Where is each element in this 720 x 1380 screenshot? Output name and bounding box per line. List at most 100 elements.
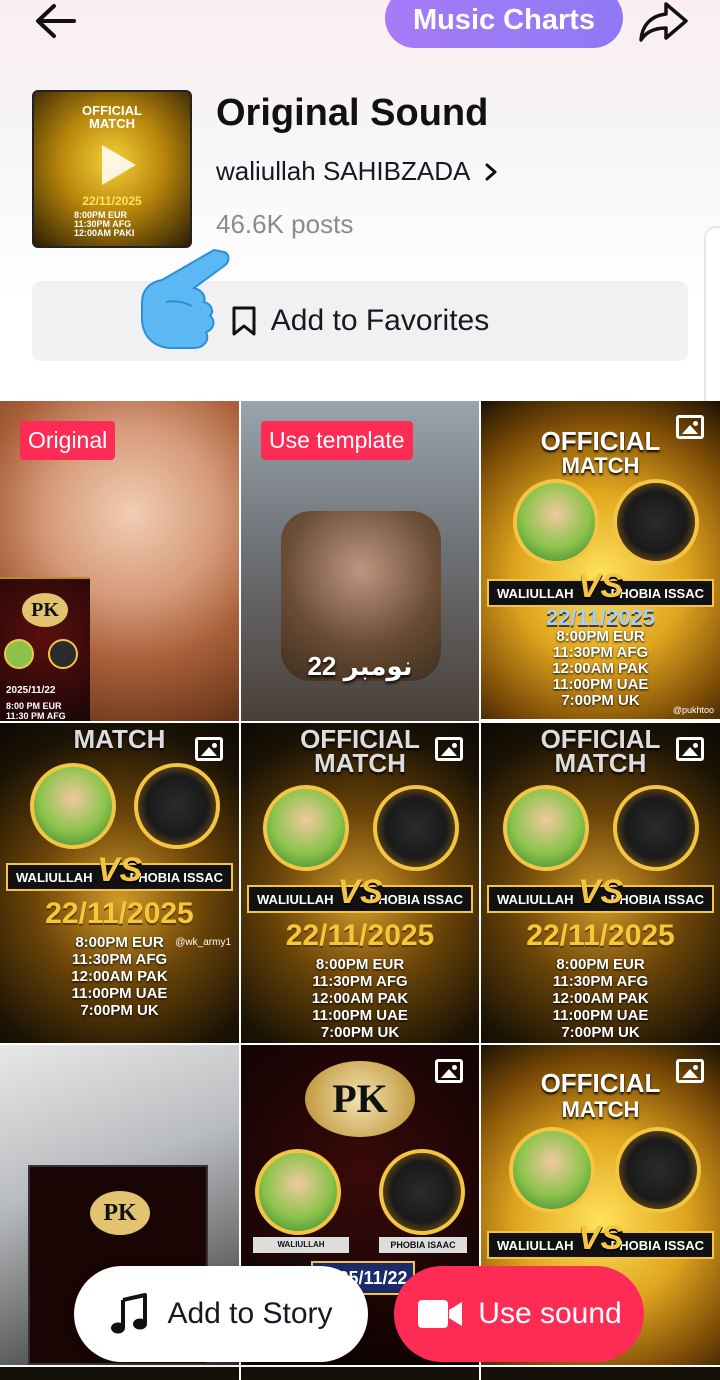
cover-time-3: 12:00AM PAKI — [74, 228, 135, 238]
chevron-right-icon — [485, 163, 497, 180]
author-link[interactable]: waliullah SAHIBZADA — [216, 156, 498, 187]
original-badge: Original — [20, 421, 116, 460]
author-name: waliullah SAHIBZADA — [216, 156, 471, 186]
card-time-1: 8:00PM EUR — [556, 956, 645, 973]
cover-date: 22/11/2025 — [82, 194, 142, 208]
right-player-name: PHOBIA ISSAC — [369, 891, 463, 907]
right-player-name: PHOBIA ISAAC — [379, 1237, 467, 1253]
video-grid: Original PK 2025/11/22 8:00 PM EUR 11:30… — [0, 401, 720, 1380]
left-player-name: WALIULLAH SAHIBZADA — [253, 1237, 349, 1265]
avatar-left — [503, 785, 589, 871]
avatar-right — [615, 1127, 701, 1213]
video-tile-row4-3[interactable] — [481, 1367, 720, 1380]
card-time-2: 11:30PM AFG — [552, 973, 649, 990]
sound-title: Original Sound — [216, 92, 489, 134]
card-time-2: 11:30PM AFG — [552, 644, 649, 661]
vs-mark: VS — [577, 567, 624, 605]
card-date: 22/11/2025 — [45, 897, 194, 930]
card-time-5: 7:00PM UK — [561, 1024, 640, 1041]
photo-icon — [435, 1059, 463, 1083]
use-sound-button[interactable]: Use sound — [394, 1266, 644, 1362]
card-time-3: 12:00AM PAK — [552, 990, 649, 1007]
left-player-name: WALIULLAH — [497, 585, 574, 601]
video-tile-row4-1[interactable] — [0, 1367, 239, 1380]
share-button[interactable] — [636, 0, 692, 44]
avatar-left — [513, 479, 599, 565]
video-tile-official-3[interactable]: OFFICIAL MATCH WALIULLAH PHOBIA ISSAC VS… — [481, 723, 720, 1043]
inset-date: 2025/11/22 — [6, 685, 56, 696]
avatar-right — [613, 479, 699, 565]
video-tile-official-1[interactable]: OFFICIAL MATCH WALIULLAH PHOBIA ISSAC VS… — [481, 401, 720, 719]
card-match-text: MATCH — [73, 724, 166, 754]
avatar-right — [379, 1149, 465, 1235]
card-match-text: MATCH — [554, 748, 647, 778]
avatar-left — [263, 785, 349, 871]
share-arrow-icon — [639, 2, 688, 42]
card-time-1: 8:00PM EUR — [556, 628, 645, 645]
music-note-icon — [111, 1293, 148, 1334]
card-time-4: 11:00PM UAE — [552, 676, 649, 693]
card-match-text: MATCH — [561, 1097, 640, 1122]
card-match-text: MATCH — [314, 748, 406, 778]
vs-mark: VS — [577, 873, 624, 911]
cover-match-text: MATCH — [89, 116, 135, 131]
right-player-name: PHOBIA ISSAC — [610, 1237, 704, 1253]
music-charts-button[interactable]: Music Charts — [385, 0, 623, 48]
card-time-2: 11:30PM AFG — [71, 951, 168, 968]
video-tile-template[interactable]: Use template 22 نومبر — [241, 401, 479, 721]
watermark: @wk_army1 — [175, 937, 231, 948]
avatar-left — [255, 1149, 341, 1235]
left-player-name: WALIULLAH — [497, 891, 574, 907]
inset-avatar-left — [4, 639, 34, 669]
add-to-story-label: Add to Story — [167, 1297, 333, 1330]
video-tile-original[interactable]: Original PK 2025/11/22 8:00 PM EUR 11:30… — [0, 401, 239, 721]
avatar-left — [30, 763, 116, 849]
avatar-right — [613, 785, 699, 871]
inset-avatar-right — [48, 639, 78, 669]
card-match-text: MATCH — [561, 453, 640, 478]
avatar-right — [134, 763, 220, 849]
card-date: 22/11/2025 — [285, 919, 435, 952]
video-tile-match-1[interactable]: MATCH WALIULLAH PHOBIA ISSAC VS 22/11/20… — [0, 723, 239, 1043]
sound-cover[interactable]: OFFICIAL MATCH 22/11/2025 8:00PM EUR 11:… — [32, 90, 192, 248]
right-player-name: PHOBIA ISSAC — [129, 869, 223, 885]
posts-count: 46.6K posts — [216, 209, 354, 239]
card-date: 22/11/2025 — [526, 919, 675, 952]
inset-thumbnail: PK 2025/11/22 8:00 PM EUR 11:30 PM AFG — [0, 577, 90, 721]
card-time-5: 7:00PM UK — [320, 1024, 400, 1041]
card-time-4: 11:00PM UAE — [71, 985, 168, 1002]
add-to-favorites-button[interactable]: Add to Favorites — [32, 281, 688, 361]
watermark: @pukhtoo — [672, 705, 714, 715]
side-panel-edge — [704, 226, 720, 426]
avatar-right — [373, 785, 459, 871]
favorites-label: Add to Favorites — [270, 304, 490, 337]
right-player-name: PHOBIA ISSAC — [610, 891, 704, 907]
video-tile-row4-2[interactable] — [241, 1367, 479, 1380]
video-camera-icon — [418, 1300, 463, 1328]
use-sound-label: Use sound — [478, 1297, 622, 1330]
play-icon — [102, 145, 136, 185]
arrow-left-icon — [36, 4, 76, 38]
pk-logo: PK — [305, 1061, 415, 1137]
pk-logo-small: PK — [90, 1191, 150, 1235]
vs-mark: VS — [577, 1219, 624, 1257]
card-time-5: 7:00PM UK — [80, 1002, 159, 1019]
card-time-4: 11:00PM UAE — [312, 1007, 408, 1024]
vs-mark: VS — [337, 873, 383, 911]
card-time-2: 11:30PM AFG — [312, 973, 408, 990]
top-bar: Music Charts — [0, 0, 720, 60]
add-to-story-button[interactable]: Add to Story — [74, 1266, 368, 1362]
left-player-name: WALIULLAH — [497, 1237, 574, 1253]
left-player-name: WALIULLAH — [16, 869, 93, 885]
inset-time-1: 8:00 PM EUR — [6, 701, 62, 711]
video-tile-official-2[interactable]: OFFICIAL MATCH WALIULLAH PHOBIA ISSAC VS… — [241, 723, 479, 1043]
card-time-4: 11:00PM UAE — [552, 1007, 649, 1024]
card-official-text: OFFICIAL — [540, 1068, 661, 1098]
back-button[interactable] — [30, 0, 82, 44]
right-player-name: PHOBIA ISSAC — [610, 585, 704, 601]
card-time-3: 12:00AM PAK — [311, 990, 409, 1007]
use-template-badge: Use template — [261, 421, 413, 460]
card-official-text: OFFICIAL — [540, 426, 661, 456]
card-time-3: 12:00AM PAK — [552, 660, 649, 677]
card-time-1: 8:00PM EUR — [315, 956, 405, 973]
